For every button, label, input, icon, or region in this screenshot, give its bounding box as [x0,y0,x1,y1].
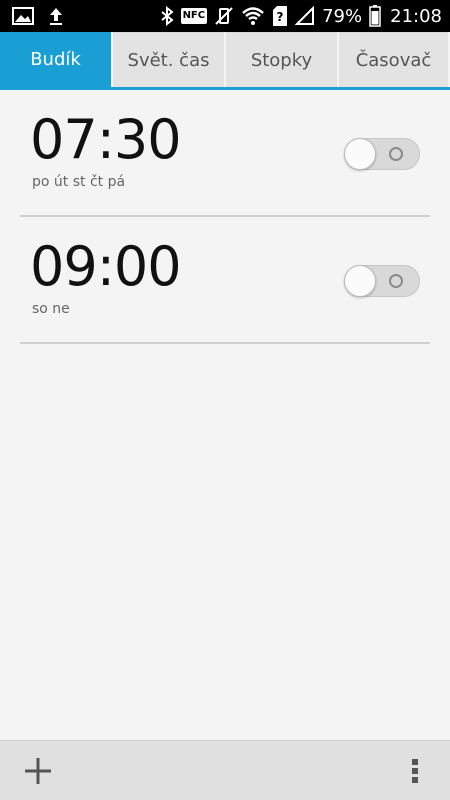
svg-text:?: ? [277,10,284,24]
add-alarm-button[interactable] [22,755,54,787]
sim-unknown-icon: ? [272,6,288,26]
alarm-time: 09:00 [30,235,182,298]
gallery-icon [12,7,34,25]
tab-timer[interactable]: Časovač [339,32,448,87]
alarm-days: so ne [32,301,70,317]
toggle-knob [344,138,376,170]
toggle-knob [344,265,376,297]
bluetooth-icon [160,6,174,26]
battery-percent: 79% [322,5,363,27]
upload-icon [48,6,64,26]
overflow-menu-button[interactable] [410,757,420,785]
toggle-off-indicator-icon [389,274,403,288]
alarm-item[interactable]: 09:00 so ne [20,217,430,344]
vibrate-off-icon [214,6,234,26]
alarm-list: 07:30 po út st čt pá 09:00 so ne [20,90,430,344]
plus-icon [25,758,51,784]
signal-icon [295,6,315,26]
alarm-toggle[interactable] [344,265,420,297]
toggle-off-indicator-icon [389,147,403,161]
overflow-menu-icon [412,759,418,783]
alarm-days: po út st čt pá [32,174,126,190]
tab-world-clock[interactable]: Svět. čas [113,32,224,87]
tab-alarm[interactable]: Budík [0,32,111,87]
status-bar: NFC ? 79% 21:08 [0,0,450,32]
alarm-time: 07:30 [30,108,182,171]
tab-bar: Budík Svět. čas Stopky Časovač [0,32,450,90]
alarm-item[interactable]: 07:30 po út st čt pá [20,90,430,217]
battery-icon [369,5,381,27]
alarm-toggle[interactable] [344,138,420,170]
tab-stopwatch[interactable]: Stopky [226,32,337,87]
nfc-icon: NFC [180,8,208,24]
bottom-action-bar [0,740,450,800]
status-time: 21:08 [390,5,442,27]
wifi-icon [241,6,265,26]
